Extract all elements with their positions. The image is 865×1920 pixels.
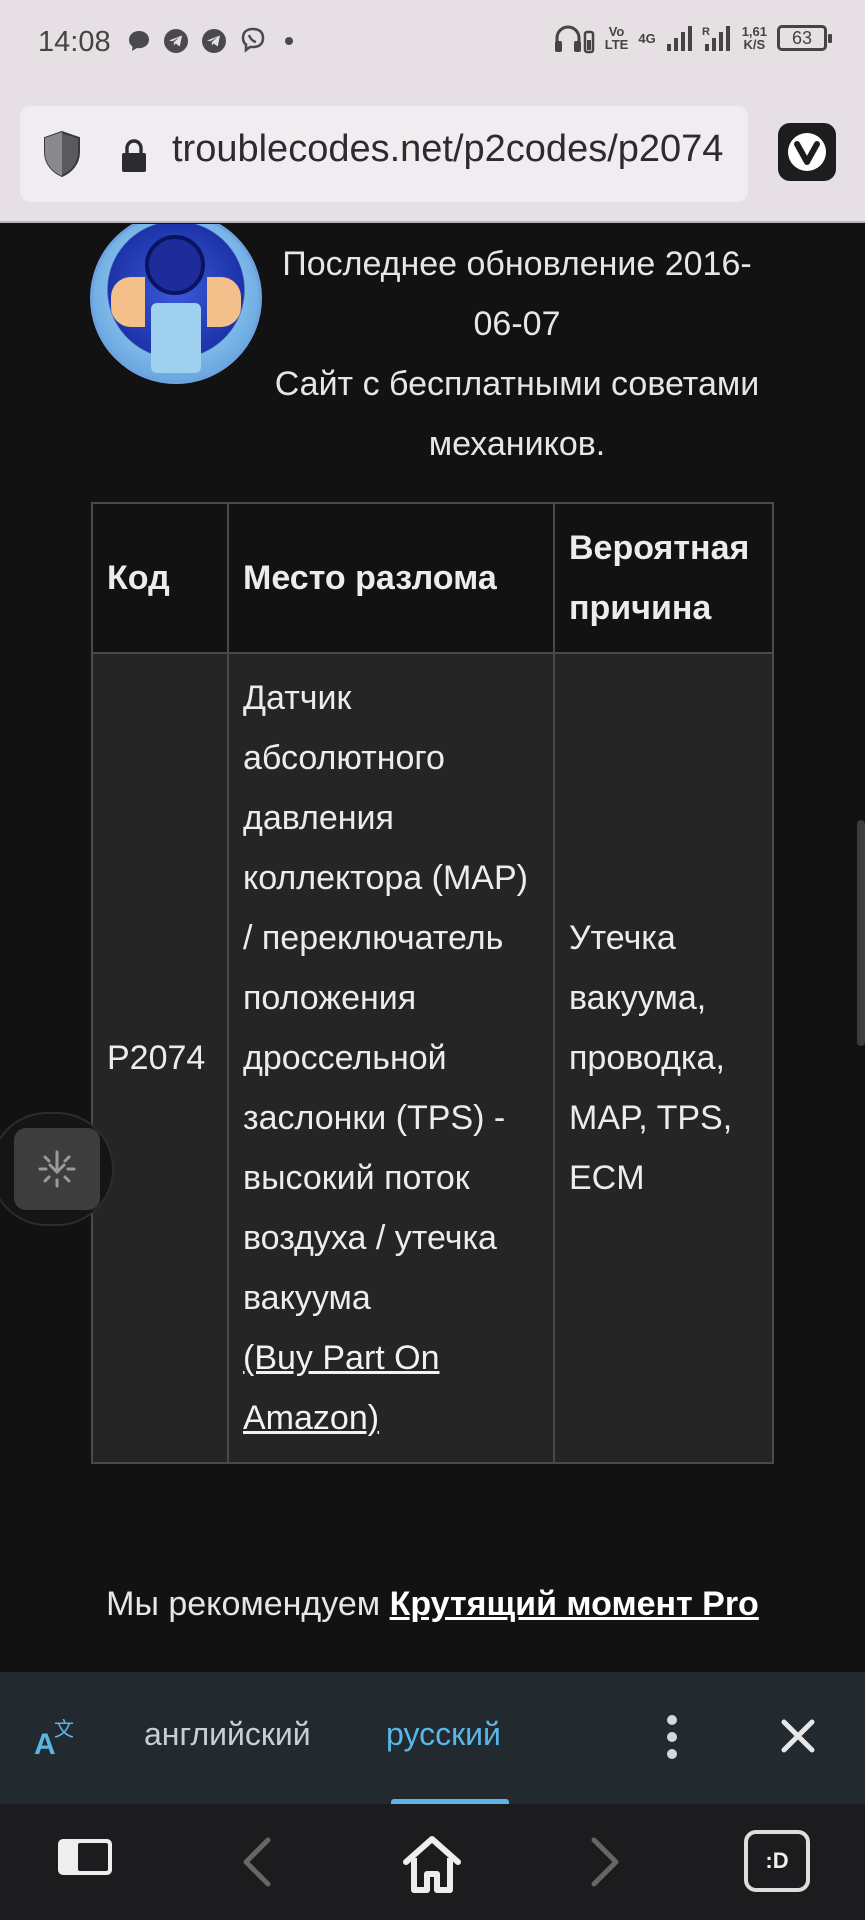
home-button[interactable] xyxy=(400,1834,464,1894)
mechanic-avatar xyxy=(90,224,262,384)
volte-bottom: LTE xyxy=(604,37,629,52)
buy-on-amazon-link[interactable]: (Buy Part On Amazon) xyxy=(243,1339,440,1437)
cell-cause: Утечка вакуума, проводка, MAP, TPS, ECM xyxy=(553,652,774,1464)
tabs-button[interactable]: :D xyxy=(744,1830,810,1892)
address-bar[interactable]: troublecodes.net/p2codes/p2074 xyxy=(20,106,748,202)
net-speed-unit: K/S xyxy=(743,37,766,52)
svg-text:R: R xyxy=(702,26,710,38)
translate-icon[interactable]: A 文 xyxy=(34,1716,78,1760)
back-arrow-icon xyxy=(243,1837,271,1887)
panel-icon xyxy=(58,1839,112,1875)
bottom-navigation: :D xyxy=(0,1804,865,1920)
column-header-location: Место разлома xyxy=(227,502,555,654)
table-header-row: Код Место разлома Вероятная причина xyxy=(91,502,774,654)
more-options-icon[interactable] xyxy=(659,1712,685,1762)
signal-roaming-icon: R xyxy=(702,26,730,51)
svg-text:A: A xyxy=(34,1728,56,1760)
net-speed: 1,61 K/S xyxy=(742,25,767,51)
battery-indicator: 63 xyxy=(777,25,832,51)
forward-arrow-icon xyxy=(591,1837,619,1887)
table-row: P2074 Датчик абсолютного давления коллек… xyxy=(91,652,774,1464)
column-header-cause: Вероятная причина xyxy=(553,502,774,654)
last-updated: Последнее обновление 2016-06-07 xyxy=(282,245,752,343)
chat-bubble-icon xyxy=(129,31,149,51)
location-text: Датчик абсолютного давления коллектора (… xyxy=(243,679,528,1317)
page-content: Последнее обновление 2016-06-07 Сайт с б… xyxy=(0,224,865,1672)
cell-code: P2074 xyxy=(91,652,229,1464)
headphones-battery-icon xyxy=(554,25,594,54)
vivaldi-menu-button[interactable] xyxy=(778,123,836,181)
svg-text:文: 文 xyxy=(54,1717,74,1741)
url-text[interactable]: troublecodes.net/p2codes/p2074 xyxy=(172,128,742,171)
trouble-codes-table: Код Место разлома Вероятная причина P207… xyxy=(91,502,774,1464)
recommendation: Мы рекомендуем Крутящий момент Pro xyxy=(0,1574,865,1634)
recommend-prefix: Мы рекомендуем xyxy=(106,1585,390,1623)
site-header-text: Последнее обновление 2016-06-07 Сайт с б… xyxy=(262,234,772,474)
signal-icon xyxy=(666,26,692,51)
notification-icons xyxy=(126,26,300,56)
cell-location: Датчик абсолютного давления коллектора (… xyxy=(227,652,555,1464)
home-icon xyxy=(403,1836,461,1893)
site-tagline: Сайт с бесплатными советами механиков. xyxy=(274,365,760,463)
target-language-tab[interactable]: русский xyxy=(386,1716,501,1753)
close-icon[interactable] xyxy=(778,1716,818,1756)
column-header-code: Код xyxy=(91,502,229,654)
panel-toggle-button[interactable] xyxy=(56,1834,114,1880)
source-language-tab[interactable]: английский xyxy=(144,1716,311,1753)
dot-icon xyxy=(285,37,293,45)
telegram-icon-2 xyxy=(202,29,226,53)
floating-download-button[interactable] xyxy=(14,1128,100,1210)
status-bar: 14:08 Vo LTE 4G R 1,61 K/S 63 xyxy=(0,0,865,88)
back-button[interactable] xyxy=(238,1834,278,1890)
volte-indicator: Vo LTE xyxy=(605,25,629,51)
avatar-body xyxy=(151,303,201,373)
sparkle-download-icon xyxy=(38,1150,76,1188)
lock-icon xyxy=(122,139,146,172)
status-right: Vo LTE 4G R 1,61 K/S 63 xyxy=(553,22,832,54)
torque-pro-link[interactable]: Крутящий момент Pro xyxy=(390,1585,759,1623)
forward-button[interactable] xyxy=(584,1834,624,1890)
viber-icon xyxy=(241,27,265,53)
vivaldi-logo-icon xyxy=(788,133,826,171)
gen-indicator: 4G xyxy=(638,30,656,46)
browser-toolbar: troublecodes.net/p2codes/p2074 xyxy=(0,88,865,223)
page-scrollbar[interactable] xyxy=(857,820,865,1046)
shield-icon[interactable] xyxy=(42,130,82,178)
translate-bar: A 文 английский русский xyxy=(0,1672,865,1805)
telegram-icon xyxy=(164,29,188,53)
status-time: 14:08 xyxy=(38,26,111,58)
